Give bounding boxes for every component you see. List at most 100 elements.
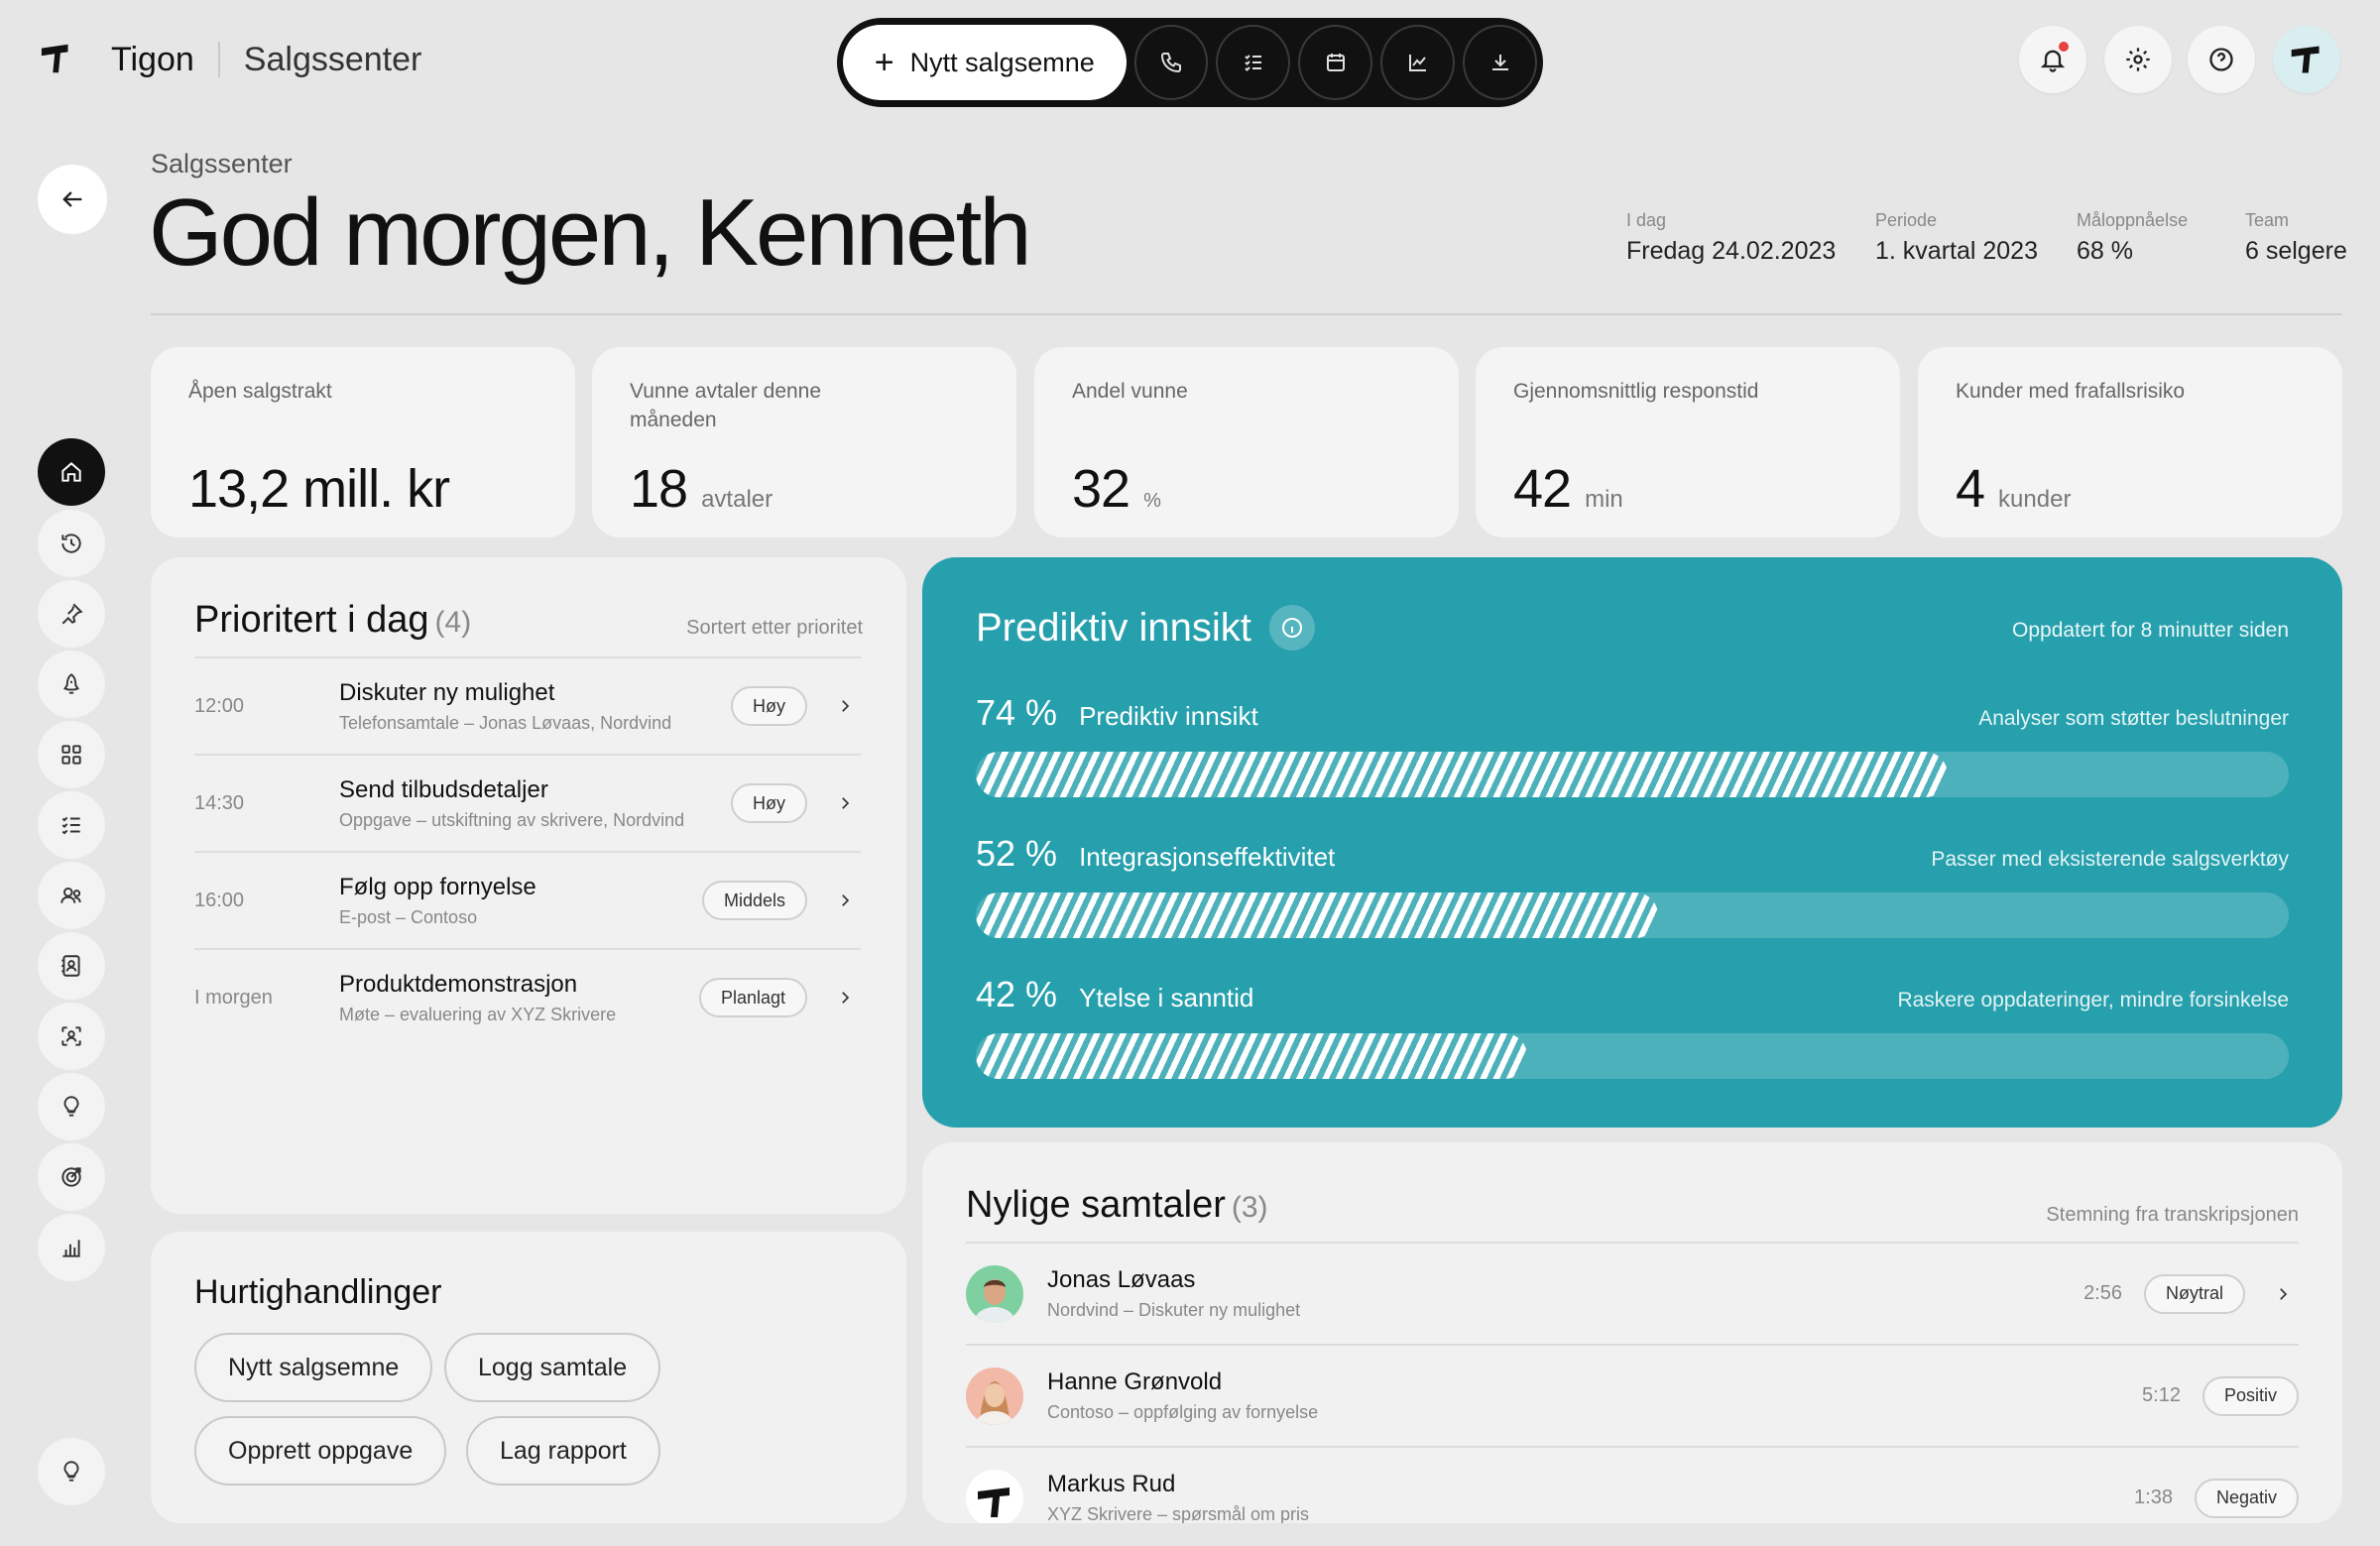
breadcrumb: Salgssenter [151,149,293,178]
kpi-card-win-rate: Andel vunne 32% [1034,347,1459,537]
conversation-row[interactable]: Jonas Løvaas Nordvind – Diskuter ny muli… [966,1242,2299,1344]
quick-actions-title-text: Hurtighandlinger [194,1273,442,1311]
priority-badge: Middels [701,881,807,920]
sidebar-item-pinned[interactable] [38,580,105,648]
sidebar-item-goals[interactable] [38,1143,105,1211]
predictive-metric: 52 % Integrasjonseffektivitet Passer med… [976,833,2289,938]
chevron-right-icon[interactable] [836,989,854,1007]
quick-actions-title: Hurtighandlinger [194,1273,442,1312]
priority-time: 14:30 [194,791,245,814]
settings-button[interactable] [2104,26,2172,93]
progress-track [976,892,2289,938]
kpi-unit: avtaler [701,486,774,513]
chevron-right-icon[interactable] [836,892,854,909]
download-button[interactable] [1463,25,1537,100]
predictive-updated: Oppdatert for 8 minutter siden [2012,619,2289,642]
priority-badge: Høy [731,783,807,823]
lightbulb-icon [63,1096,79,1117]
help-icon [2209,48,2233,71]
kpi-label: Vunne avtaler denne måneden [630,380,822,431]
sidebar-item-ideas[interactable] [38,1073,105,1140]
sidebar-item-team[interactable] [38,862,105,929]
meta-label: Periode [1875,210,1938,230]
grid-icon [61,745,81,765]
avatar [966,1264,1023,1323]
priority-item[interactable]: 14:30 Send tilbudsdetaljer Oppgave – uts… [194,754,861,851]
quick-create-report-button[interactable]: Lag rapport [466,1416,660,1486]
meta-team: Team 6 selgere [2245,210,2347,266]
predictive-panel: Prediktiv innsikt Oppdatert for 8 minutt… [922,557,2342,1128]
sidebar-item-tasks[interactable] [38,791,105,859]
analytics-button[interactable] [1380,25,1456,100]
metric-note: Analyser som støtter beslutninger [1978,707,2289,730]
sidebar-item-reports[interactable] [38,1214,105,1281]
metric-name: Ytelse i sanntid [1079,983,1254,1012]
conversation-name: Hanne Grønvold [1047,1368,1223,1395]
calendar-icon [1326,54,1345,71]
priority-panel: Prioritert i dag (4) Sortert etter priori… [151,557,906,1214]
progress-fill [976,752,1948,797]
help-button[interactable] [2188,26,2255,93]
progress-fill [976,892,1659,938]
call-button[interactable] [1133,25,1209,100]
info-button[interactable] [1268,605,1315,651]
sentiment-badge: Nøytral [2144,1273,2245,1314]
user-avatar[interactable] [2273,26,2340,93]
conversation-row[interactable]: Markus Rud XYZ Skrivere – spørsmål om pr… [966,1446,2299,1523]
kpi-card-pipeline: Åpen salgstrakt 13,2 mill. kr [151,347,575,537]
sidebar-item-contacts[interactable] [38,932,105,1000]
kpi-label: Åpen salgstrakt [188,380,332,403]
sidebar-item-home[interactable] [38,438,105,506]
sidebar-tips-button[interactable] [38,1438,105,1505]
priority-item-desc: E-post – Contoso [339,906,478,927]
priority-sort-label[interactable]: Sortert etter prioritet [686,617,863,640]
back-button[interactable] [38,165,107,234]
priority-time: 16:00 [194,889,245,911]
notification-dot [2059,42,2069,52]
progress-fill [976,1033,1528,1079]
header-divider [151,313,2342,315]
calendar-button[interactable] [1298,25,1373,100]
meta-label: I dag [1626,210,1667,230]
contacts-icon [61,955,80,977]
chevron-right-icon[interactable] [2274,1285,2292,1303]
predictive-metric: 42 % Ytelse i sanntid Raskere oppdaterin… [976,974,2289,1079]
sidebar-item-recognition[interactable] [38,1003,105,1070]
quick-create-task-button[interactable]: Opprett oppgave [194,1416,447,1486]
tasks-button[interactable] [1216,25,1291,100]
priority-item[interactable]: 16:00 Følg opp fornyelse E-post – Contos… [194,851,861,948]
chevron-right-icon[interactable] [836,794,854,812]
sentiment-badge: Negativ [2194,1478,2299,1518]
person-avatar-icon [966,1367,1023,1425]
priority-item[interactable]: I morgen Produktdemonstrasjon Møte – eva… [194,948,861,1045]
predictive-title: Prediktiv innsikt [976,605,1315,651]
sidebar-item-launch[interactable] [38,651,105,718]
bar-chart-icon [62,1240,80,1257]
kpi-value: 18 [630,459,688,519]
notifications-button[interactable] [2019,26,2086,93]
phone-icon [1160,53,1181,73]
kpi-label: Kunder med frafallsrisiko [1956,380,2186,403]
priority-item-desc: Telefonsamtale – Jonas Løvaas, Nordvind [339,712,672,733]
priority-title: Prioritert i dag (4) [194,599,471,642]
priority-item-desc: Oppgave – utskiftning av skrivere, Nordv… [339,809,685,830]
brand-divider [217,42,220,77]
priority-item[interactable]: 12:00 Diskuter ny mulighet Telefonsamtal… [194,656,861,754]
metric-name: Prediktiv innsikt [1079,701,1258,731]
avatar [966,1469,1023,1523]
new-lead-button[interactable]: + Nytt salgsemne [843,25,1127,100]
quick-log-call-button[interactable]: Logg samtale [444,1333,661,1402]
sidebar-item-apps[interactable] [38,721,105,788]
kpi-card-response-time: Gjennomsnittlig responstid 42 min [1476,347,1900,537]
priority-item-title: Send tilbudsdetaljer [339,775,548,803]
predictive-title-text: Prediktiv innsikt [976,605,1251,650]
sidebar-item-history[interactable] [38,510,105,577]
chevron-right-icon[interactable] [836,697,854,715]
target-icon [61,1167,81,1187]
conversation-row[interactable]: Hanne Grønvold Contoso – oppfølging av f… [966,1344,2299,1446]
conversations-title: Nylige samtaler (3) [966,1184,1268,1227]
new-lead-label: Nytt salgsemne [909,47,1095,77]
priority-time: I morgen [194,986,273,1009]
priority-badge: Høy [731,686,807,726]
quick-new-lead-button[interactable]: Nytt salgsemne [194,1333,433,1402]
